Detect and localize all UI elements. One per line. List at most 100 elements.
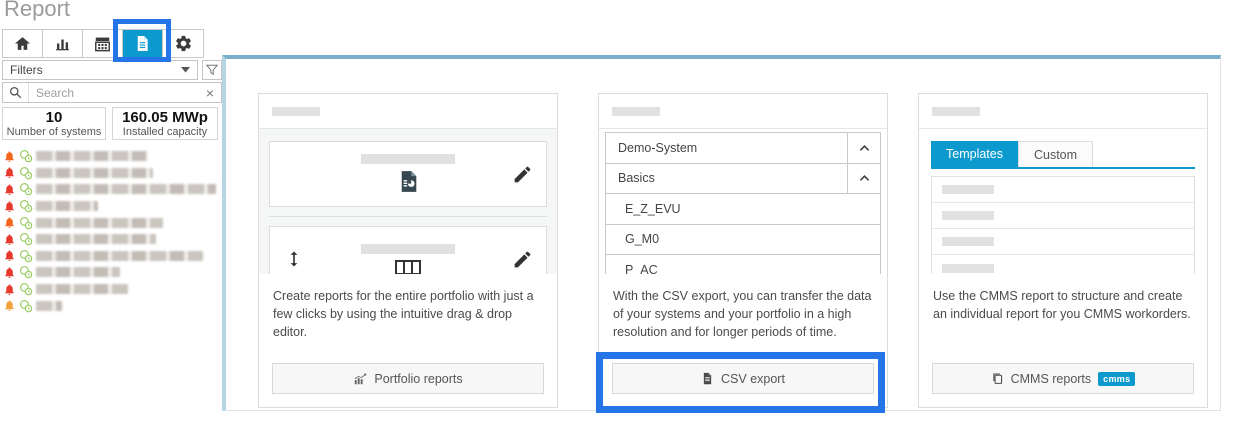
- system-list-item[interactable]: [3, 181, 219, 198]
- template-list-item[interactable]: [932, 255, 1194, 274]
- system-list-item[interactable]: [3, 214, 219, 231]
- csv-list-item-label: P_AC: [606, 255, 880, 274]
- card-csv-export: Demo-SystemBasicsE_Z_EVUG_M0P_AC With th…: [598, 93, 888, 408]
- report-block-row: [269, 141, 547, 207]
- tab-templates[interactable]: Templates: [931, 141, 1018, 167]
- alarm-bell-icon: [3, 233, 16, 246]
- system-icon: [19, 149, 33, 163]
- cmms-template-list: [931, 176, 1195, 274]
- edit-pencil-icon[interactable]: [510, 164, 534, 185]
- system-list-item[interactable]: [3, 281, 219, 298]
- system-name-redacted: [36, 184, 216, 194]
- system-list-item[interactable]: [3, 148, 219, 165]
- card-cmms-reports: TemplatesCustom Use the CMMS report to s…: [918, 93, 1208, 408]
- cmms-badge: cmms: [1098, 372, 1135, 386]
- system-icon: [19, 199, 33, 213]
- alarm-bell-icon: [3, 183, 16, 196]
- button-label: CSV export: [721, 372, 785, 386]
- system-list-item[interactable]: [3, 231, 219, 248]
- stat-value: 10: [46, 109, 63, 126]
- filters-dropdown[interactable]: Filters: [2, 60, 198, 80]
- toolbar: [2, 29, 204, 58]
- system-name-redacted: [36, 267, 120, 277]
- tab-custom[interactable]: Custom: [1018, 141, 1093, 167]
- csv-export-button[interactable]: CSV export: [612, 363, 874, 394]
- home-icon: [13, 34, 32, 53]
- template-name-placeholder: [942, 185, 994, 194]
- button-label: CMMS reports: [1011, 372, 1092, 386]
- csv-list-item-label: Basics: [606, 164, 847, 194]
- table-icon: [395, 260, 421, 275]
- system-icon: [19, 216, 33, 230]
- cmms-reports-button[interactable]: CMMS reports cmms: [932, 363, 1194, 394]
- block-title-placeholder: [361, 154, 455, 164]
- system-list-item[interactable]: [3, 165, 219, 182]
- stat-label: Installed capacity: [123, 126, 207, 138]
- chevron-up-icon: [859, 144, 870, 152]
- button-label: Portfolio reports: [374, 372, 462, 386]
- card-portfolio-reports: Create reports for the entire portfolio …: [258, 93, 558, 408]
- csv-file-icon: [701, 372, 714, 385]
- toolbar-calendar-button[interactable]: [83, 30, 123, 57]
- csv-list-item-label: E_Z_EVU: [606, 194, 880, 224]
- csv-list-item[interactable]: E_Z_EVU: [606, 194, 880, 225]
- system-name-redacted: [36, 168, 153, 178]
- copy-icon: [991, 372, 1004, 385]
- edit-pencil-icon[interactable]: [510, 249, 534, 270]
- toolbar-chart-button[interactable]: [43, 30, 83, 57]
- stat-value: 160.05 MWp: [122, 109, 208, 126]
- system-list-item[interactable]: [3, 248, 219, 265]
- system-name-redacted: [36, 234, 156, 244]
- search-input[interactable]: [29, 86, 199, 100]
- card-title-placeholder: [932, 107, 980, 116]
- report-document-icon: [396, 169, 421, 194]
- system-name-redacted: [36, 251, 203, 261]
- card-title-placeholder: [272, 107, 320, 116]
- template-name-placeholder: [942, 264, 994, 273]
- template-name-placeholder: [942, 237, 994, 246]
- collapse-toggle[interactable]: [847, 164, 880, 194]
- search-clear-button[interactable]: ×: [199, 85, 221, 101]
- toolbar-settings-button[interactable]: [163, 30, 203, 57]
- alarm-bell-icon: [3, 216, 16, 229]
- template-list-item[interactable]: [932, 177, 1194, 203]
- system-list-item[interactable]: [3, 297, 219, 314]
- bar-chart-icon: [53, 34, 72, 53]
- toolbar-home-button[interactable]: [3, 30, 43, 57]
- csv-export-preview: Demo-SystemBasicsE_Z_EVUG_M0P_AC: [599, 129, 887, 274]
- system-list-item[interactable]: [3, 198, 219, 215]
- card-header: [919, 94, 1207, 129]
- chevron-up-icon: [859, 174, 870, 182]
- block-title-placeholder: [361, 244, 455, 254]
- tab-underline: [931, 167, 1195, 169]
- csv-list-item[interactable]: G_M0: [606, 225, 880, 256]
- csv-list-item-label: G_M0: [606, 225, 880, 255]
- system-name-redacted: [36, 284, 128, 294]
- funnel-icon: [206, 64, 218, 76]
- report-block-row: [269, 226, 547, 274]
- cmms-preview: TemplatesCustom: [919, 129, 1207, 274]
- card-header: [259, 94, 557, 129]
- template-list-item[interactable]: [932, 229, 1194, 255]
- report-document-icon: [133, 34, 152, 53]
- cmms-tabs: TemplatesCustom: [931, 141, 1195, 167]
- system-name-redacted: [36, 301, 62, 311]
- collapse-toggle[interactable]: [847, 133, 880, 163]
- search-icon: [3, 83, 29, 102]
- csv-list-item[interactable]: P_AC: [606, 255, 880, 274]
- system-icon: [19, 166, 33, 180]
- drag-handle-icon[interactable]: [282, 249, 306, 269]
- system-list-item[interactable]: [3, 264, 219, 281]
- system-icon: [19, 265, 33, 279]
- alarm-bell-icon: [3, 150, 16, 163]
- stat-label: Number of systems: [7, 126, 102, 138]
- alarm-bell-icon: [3, 266, 16, 279]
- filter-funnel-button[interactable]: [202, 60, 222, 80]
- system-name-redacted: [36, 201, 98, 211]
- portfolio-reports-button[interactable]: Portfolio reports: [272, 363, 544, 394]
- csv-list-item[interactable]: Demo-System: [606, 133, 880, 164]
- csv-list-item-label: Demo-System: [606, 133, 847, 163]
- template-list-item[interactable]: [932, 203, 1194, 229]
- toolbar-report-button[interactable]: [123, 30, 163, 57]
- csv-list-item[interactable]: Basics: [606, 164, 880, 195]
